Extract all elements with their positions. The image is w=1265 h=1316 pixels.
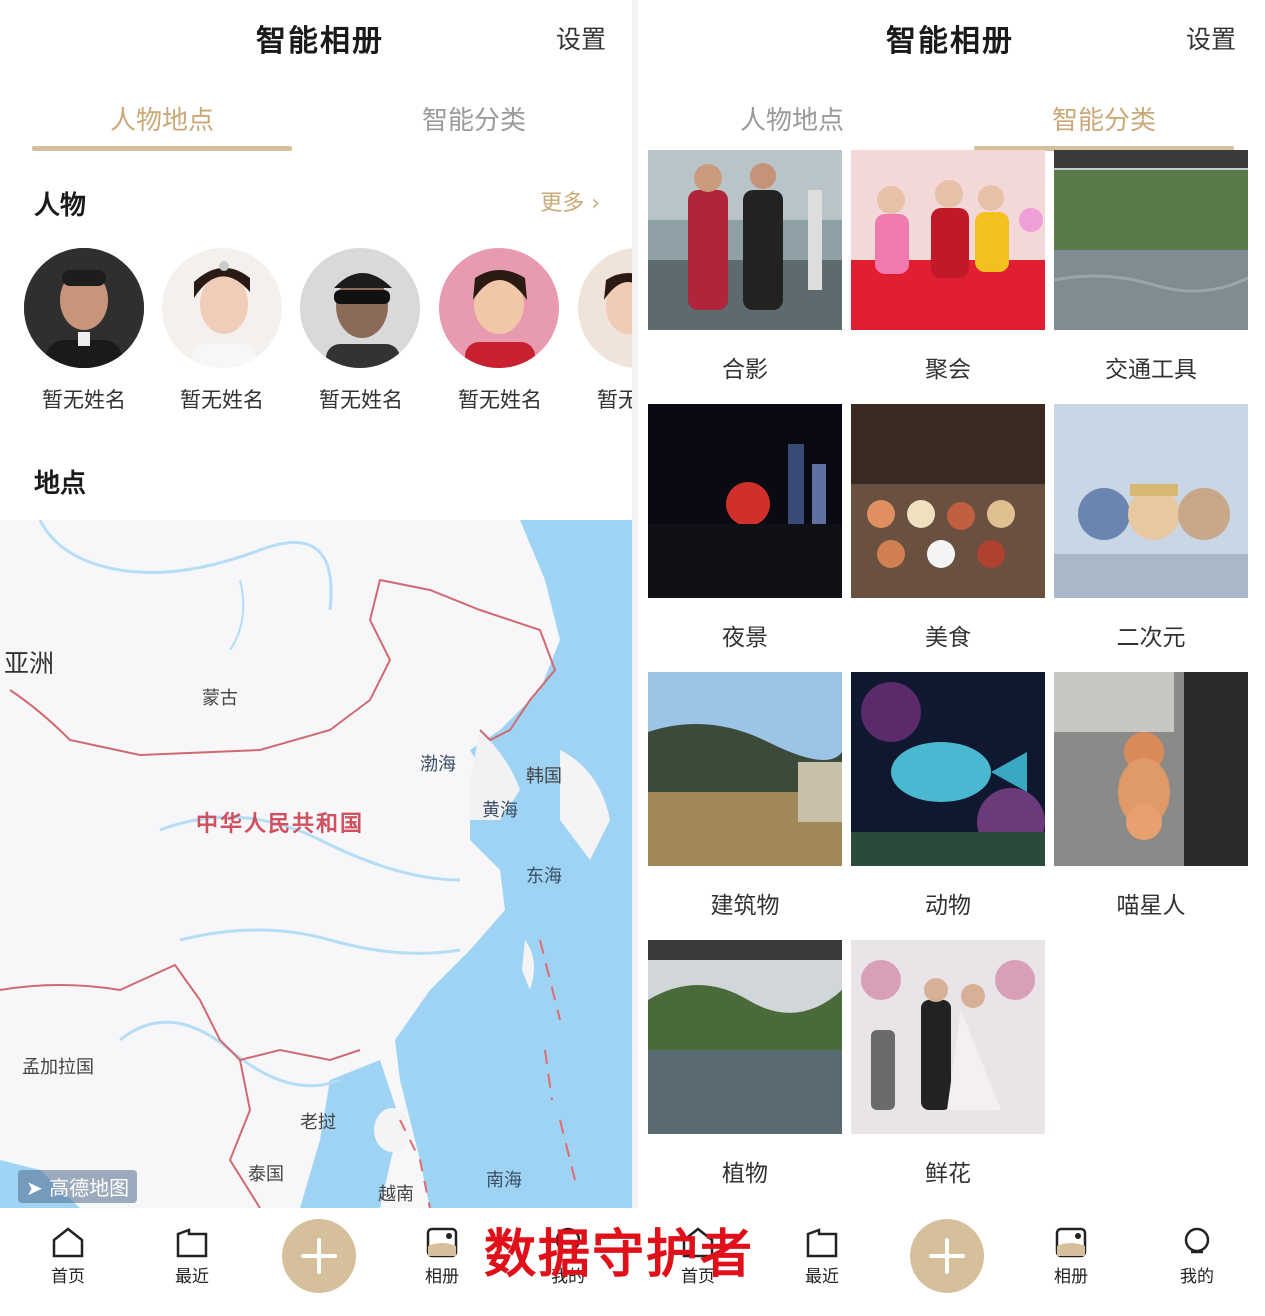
category-thumbnail-flowers[interactable] [851,940,1045,1134]
person-name: 暂无姓名 [458,388,542,412]
home-icon [52,1227,84,1258]
photo-illustration [1054,150,1248,330]
page-title: 智能相册 [886,24,1014,59]
more-people-link[interactable]: 更多 › [540,185,600,217]
map-label-south-sea: 南海 [486,1170,522,1191]
photo-illustration [851,940,1045,1134]
category-thumbnail-food[interactable] [851,404,1045,598]
nav-home[interactable]: 首页 [28,1226,108,1287]
nav-label: 相册 [425,1267,459,1287]
category-label: 交通工具 [1105,357,1197,383]
add-button[interactable] [910,1219,984,1293]
profile-icon [1184,1227,1210,1254]
photo-illustration [648,940,842,1134]
person-avatar[interactable] [439,248,559,368]
map-label-china: 中华人民共和国 [196,812,365,837]
photo-illustration [851,150,1045,330]
folder-icon [176,1228,208,1258]
person-avatar[interactable] [578,248,632,368]
map-label-continent: 亚洲 [4,649,55,678]
map-label-thailand: 泰国 [248,1164,284,1185]
person-name: 暂无姓名 [319,388,403,412]
category-label: 鲜花 [925,1161,971,1187]
avatar-illustration [162,248,282,368]
category-label: 动物 [925,893,971,919]
map-label-bohai: 渤海 [420,754,456,775]
right-screen: 智能相册 设置 人物地点 智能分类 合影 聚会 交通工具 夜景 美食 二次元 建… [638,0,1265,1316]
avatar-illustration [300,248,420,368]
photo-illustration [851,404,1045,598]
settings-button[interactable]: 设置 [1186,20,1236,56]
person-avatar[interactable] [300,248,420,368]
map-label-laos: 老挝 [300,1112,336,1133]
category-label: 合影 [722,357,768,383]
category-label: 二次元 [1116,625,1186,651]
tab-smart-categories[interactable]: 智能分类 [1052,100,1156,137]
nav-recent[interactable]: 最近 [782,1226,862,1287]
photo-illustration [851,672,1045,866]
map-label-east-sea: 东海 [526,866,562,887]
tab-people-places[interactable]: 人物地点 [740,100,844,137]
person-name: 暂无 [597,388,632,412]
tab-people-places[interactable]: 人物地点 [110,100,214,137]
folder-icon [806,1228,838,1258]
tab-smart-categories[interactable]: 智能分类 [422,100,526,137]
person-avatar[interactable] [24,248,144,368]
category-thumbnail-building[interactable] [648,672,842,866]
category-thumbnail-party[interactable] [851,150,1045,330]
map-label-korea: 韩国 [526,766,562,787]
avatar-illustration [439,248,559,368]
map-label-yellow-sea: 黄海 [482,800,518,821]
amap-logo: ➤ 高德地图 [18,1170,138,1203]
photo-illustration [1054,672,1248,866]
avatar-illustration [24,248,144,368]
category-label: 聚会 [925,357,971,383]
places-section-title: 地点 [34,469,87,499]
nav-recent[interactable]: 最近 [152,1226,232,1287]
category-label: 夜景 [722,625,768,651]
category-thumbnail-anime[interactable] [1054,404,1248,598]
album-icon [1055,1227,1087,1258]
left-screen: 智能相册 设置 人物地点 智能分类 人物 更多 › 暂无姓名 暂无姓名 暂无姓名… [0,0,632,1316]
category-thumbnail-plant[interactable] [648,940,842,1134]
category-thumbnail-night-view[interactable] [648,404,842,598]
map-label-vietnam: 越南 [378,1184,414,1205]
map-label-bangladesh: 孟加拉国 [22,1057,94,1078]
nav-label: 我的 [1180,1267,1214,1287]
photo-illustration [648,404,842,598]
category-thumbnail-animal[interactable] [851,672,1045,866]
photo-illustration [648,672,842,866]
people-section-title: 人物 [34,191,87,221]
page-title: 智能相册 [256,24,384,59]
photo-illustration [1054,404,1248,598]
nav-label: 首页 [51,1267,85,1287]
category-thumbnail-cat[interactable] [1054,672,1248,866]
nav-album[interactable]: 相册 [402,1226,482,1287]
add-button[interactable] [282,1219,356,1293]
person-avatar[interactable] [162,248,282,368]
photo-illustration [648,150,842,330]
nav-label: 最近 [805,1267,839,1287]
nav-label: 最近 [175,1267,209,1287]
category-label: 植物 [722,1161,768,1187]
nav-label: 相册 [1054,1267,1088,1287]
album-icon [426,1227,458,1258]
amap-logo-text: 高德地图 [49,1176,130,1200]
avatar-illustration [578,248,632,368]
category-thumbnail-transport[interactable] [1054,150,1248,330]
category-label: 喵星人 [1116,893,1186,919]
watermark-text: 数据守护者 [484,1225,755,1285]
active-tab-indicator [32,146,292,151]
person-name: 暂无姓名 [42,388,126,412]
settings-button[interactable]: 设置 [556,20,606,56]
map-label-mongolia: 蒙古 [202,688,238,709]
category-label: 美食 [925,625,971,651]
nav-album[interactable]: 相册 [1031,1226,1111,1287]
person-name: 暂无姓名 [180,388,264,412]
category-thumbnail-group-photo[interactable] [648,150,842,330]
places-map[interactable]: 亚洲 蒙古 中华人民共和国 渤海 韩国 黄海 东海 孟加拉国 老挝 泰国 越南 … [0,520,632,1208]
category-label: 建筑物 [710,893,780,919]
nav-profile[interactable]: 我的 [1157,1226,1237,1287]
